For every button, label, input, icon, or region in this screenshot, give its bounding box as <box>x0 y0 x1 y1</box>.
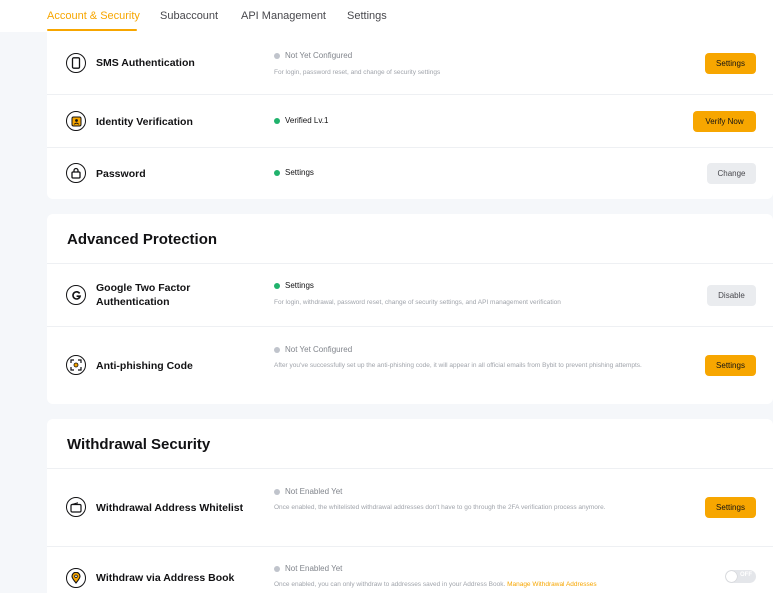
top-tab-bar: Account & Security Subaccount API Manage… <box>0 0 773 32</box>
google-2fa-description: For login, withdrawal, password reset, c… <box>274 299 561 306</box>
location-pin-icon <box>66 568 86 588</box>
withdrawal-whitelist-label: Withdrawal Address Whitelist <box>96 502 244 514</box>
identity-verification-row: Identity Verification Verified Lv.1 Veri… <box>47 95 773 147</box>
anti-phishing-description: After you've successfully set up the ant… <box>274 362 642 369</box>
status-dot-gray <box>274 52 280 59</box>
withdrawal-security-title: Withdrawal Security <box>67 436 211 453</box>
anti-phishing-label: Anti-phishing Code <box>96 360 193 372</box>
address-book-description-text: Once enabled, you can only withdraw to a… <box>274 581 506 588</box>
google-2fa-status: Settings <box>274 281 314 290</box>
active-tab-indicator <box>47 29 137 31</box>
sms-status: Not Yet Configured <box>274 51 352 60</box>
manage-withdrawal-addresses-link[interactable]: Manage Withdrawal Addresses <box>507 581 597 588</box>
anti-phishing-row: Anti-phishing Code Not Yet Configured Af… <box>47 327 773 404</box>
address-book-row: Withdraw via Address Book Not Enabled Ye… <box>47 547 773 593</box>
tab-subaccount[interactable]: Subaccount <box>160 10 218 22</box>
check-circle-icon <box>274 282 280 289</box>
change-password-button[interactable]: Change <box>707 163 756 184</box>
tab-api-management[interactable]: API Management <box>241 10 326 22</box>
google-2fa-status-text: Settings <box>285 281 314 290</box>
whitelist-status-text: Not Enabled Yet <box>285 487 343 496</box>
withdrawal-security-card: Withdrawal Security Withdrawal Address W… <box>47 419 773 593</box>
toggle-knob <box>726 571 737 582</box>
sms-authentication-label: SMS Authentication <box>96 57 195 69</box>
check-circle-icon <box>274 169 280 176</box>
verify-now-button[interactable]: Verify Now <box>693 111 756 132</box>
whitelist-settings-button[interactable]: Settings <box>705 497 756 518</box>
withdrawal-whitelist-row: Withdrawal Address Whitelist Not Enabled… <box>47 469 773 546</box>
password-status: Settings <box>274 168 314 177</box>
address-book-label: Withdraw via Address Book <box>96 572 235 584</box>
address-book-toggle[interactable]: OFF <box>725 570 756 583</box>
identity-status-text: Verified Lv.1 <box>285 116 329 125</box>
basic-security-card: SMS Authentication Not Yet Configured Fo… <box>47 32 773 199</box>
identity-status: Verified Lv.1 <box>274 116 328 125</box>
advanced-protection-title: Advanced Protection <box>67 231 218 248</box>
password-row: Password Settings Change <box>47 148 773 199</box>
anti-phishing-icon <box>66 355 86 375</box>
address-book-status-text: Not Enabled Yet <box>285 564 343 573</box>
status-dot-gray <box>274 565 280 572</box>
identity-verification-label: Identity Verification <box>96 116 193 128</box>
address-book-status: Not Enabled Yet <box>274 564 342 573</box>
tab-account-security[interactable]: Account & Security <box>47 10 140 22</box>
id-card-icon <box>66 111 86 131</box>
check-circle-icon <box>274 117 280 124</box>
anti-phishing-status-text: Not Yet Configured <box>285 345 353 354</box>
whitelist-description: Once enabled, the whitelisted withdrawal… <box>274 504 606 511</box>
google-2fa-label: Google Two Factor Authentication <box>96 282 191 308</box>
password-label: Password <box>96 168 146 180</box>
toggle-off-label: OFF <box>740 572 752 578</box>
status-dot-gray <box>274 346 280 353</box>
tab-settings[interactable]: Settings <box>347 10 387 22</box>
google-2fa-row: Google Two Factor Authentication Setting… <box>47 264 773 326</box>
wallet-icon <box>66 497 86 517</box>
advanced-protection-card: Advanced Protection Google Two Factor Au… <box>47 214 773 404</box>
lock-icon <box>66 163 86 183</box>
disable-google-2fa-button[interactable]: Disable <box>707 285 756 306</box>
sms-settings-button[interactable]: Settings <box>705 53 756 74</box>
password-status-text: Settings <box>285 168 314 177</box>
address-book-description: Once enabled, you can only withdraw to a… <box>274 577 694 592</box>
google-icon <box>66 285 86 305</box>
sms-authentication-row: SMS Authentication Not Yet Configured Fo… <box>47 32 773 94</box>
status-dot-gray <box>274 488 280 495</box>
sms-description: For login, password reset, and change of… <box>274 69 441 76</box>
anti-phishing-settings-button[interactable]: Settings <box>705 355 756 376</box>
whitelist-status: Not Enabled Yet <box>274 487 342 496</box>
anti-phishing-status: Not Yet Configured <box>274 345 352 354</box>
sms-status-text: Not Yet Configured <box>285 51 353 60</box>
phone-icon <box>66 53 86 73</box>
